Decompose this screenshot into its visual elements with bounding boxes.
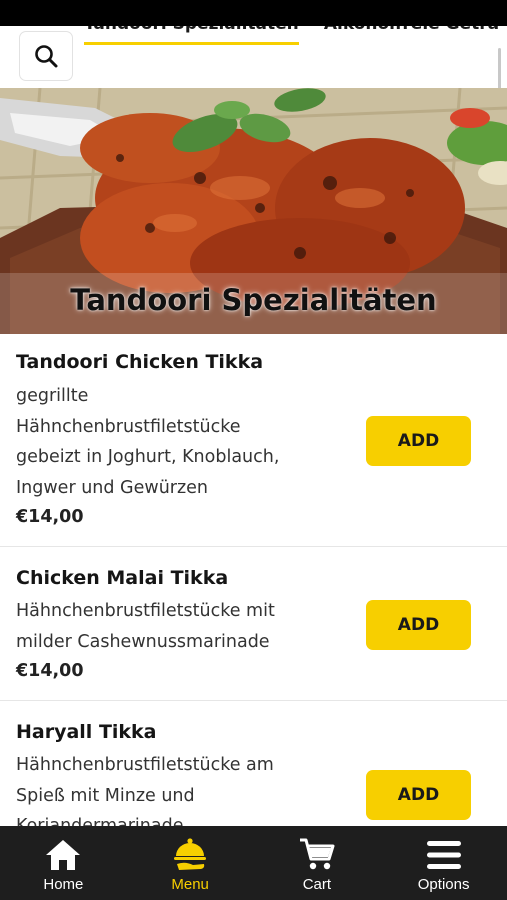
nav-cart[interactable]: Cart [254, 826, 381, 900]
item-name: Haryall Tikka [16, 721, 157, 743]
category-tabs: Tandoori Spezialitäten Alkoholfreie Getr… [84, 26, 507, 54]
search-icon [35, 45, 58, 68]
add-button[interactable]: ADD [366, 416, 471, 466]
nav-label: Menu [171, 876, 209, 893]
item-description: gegrillte Hähnchenbrustfiletstücke gebei… [16, 381, 336, 503]
nav-home[interactable]: Home [0, 826, 127, 900]
item-description-line: Spieß mit Minze und [16, 785, 195, 806]
tab-tandoori-spezialitaeten[interactable]: Tandoori Spezialitäten [84, 26, 299, 45]
item-name: Chicken Malai Tikka [16, 567, 229, 589]
cart-icon [297, 836, 337, 874]
status-bar [0, 0, 507, 26]
nav-label: Cart [302, 876, 332, 893]
bottom-navigation: Home Menu Cart Options [0, 826, 507, 900]
category-hero: Tandoori Spezialitäten [0, 88, 507, 334]
hamburger-icon [424, 836, 464, 874]
item-description: Hähnchenbrustfiletstücke mit milder Cash… [16, 596, 336, 657]
item-description-line: gebeizt in Joghurt, Knoblauch, [16, 447, 280, 467]
nav-options[interactable]: Options [380, 826, 507, 900]
nav-menu[interactable]: Menu [127, 826, 254, 900]
add-button[interactable]: ADD [366, 600, 471, 650]
menu-item[interactable]: Chicken Malai Tikka Hähnchenbrustfiletst… [0, 547, 507, 701]
cloche-icon [170, 836, 210, 874]
item-price: €14,00 [16, 507, 84, 527]
item-description-line: Hähnchenbrustfiletstücke am [16, 755, 274, 775]
home-icon [43, 836, 83, 874]
item-description-line: Ingwer und Gewürzen [16, 477, 209, 498]
menu-item[interactable]: Tandoori Chicken Tikka gegrillte Hähnche… [0, 334, 507, 547]
item-price: €14,00 [16, 661, 84, 681]
item-description-line: gegrillte [16, 386, 89, 406]
search-button[interactable] [19, 31, 73, 81]
item-description-line: milder Cashewnussmarinade [16, 631, 270, 652]
item-description-line: Hähnchenbrustfiletstücke mit [16, 601, 275, 621]
category-bar: Tandoori Spezialitäten Alkoholfreie Getr… [0, 26, 507, 88]
add-button[interactable]: ADD [366, 770, 471, 820]
tab-alkoholfreie-getraenke[interactable]: Alkoholfreie Geträ [324, 26, 499, 42]
item-name: Tandoori Chicken Tikka [16, 351, 264, 373]
scrollbar[interactable] [498, 48, 501, 88]
nav-label: Options [417, 876, 470, 893]
nav-label: Home [43, 876, 84, 893]
category-title: Tandoori Spezialitäten [70, 283, 437, 317]
item-description-line: Hähnchenbrustfiletstücke [16, 416, 241, 437]
